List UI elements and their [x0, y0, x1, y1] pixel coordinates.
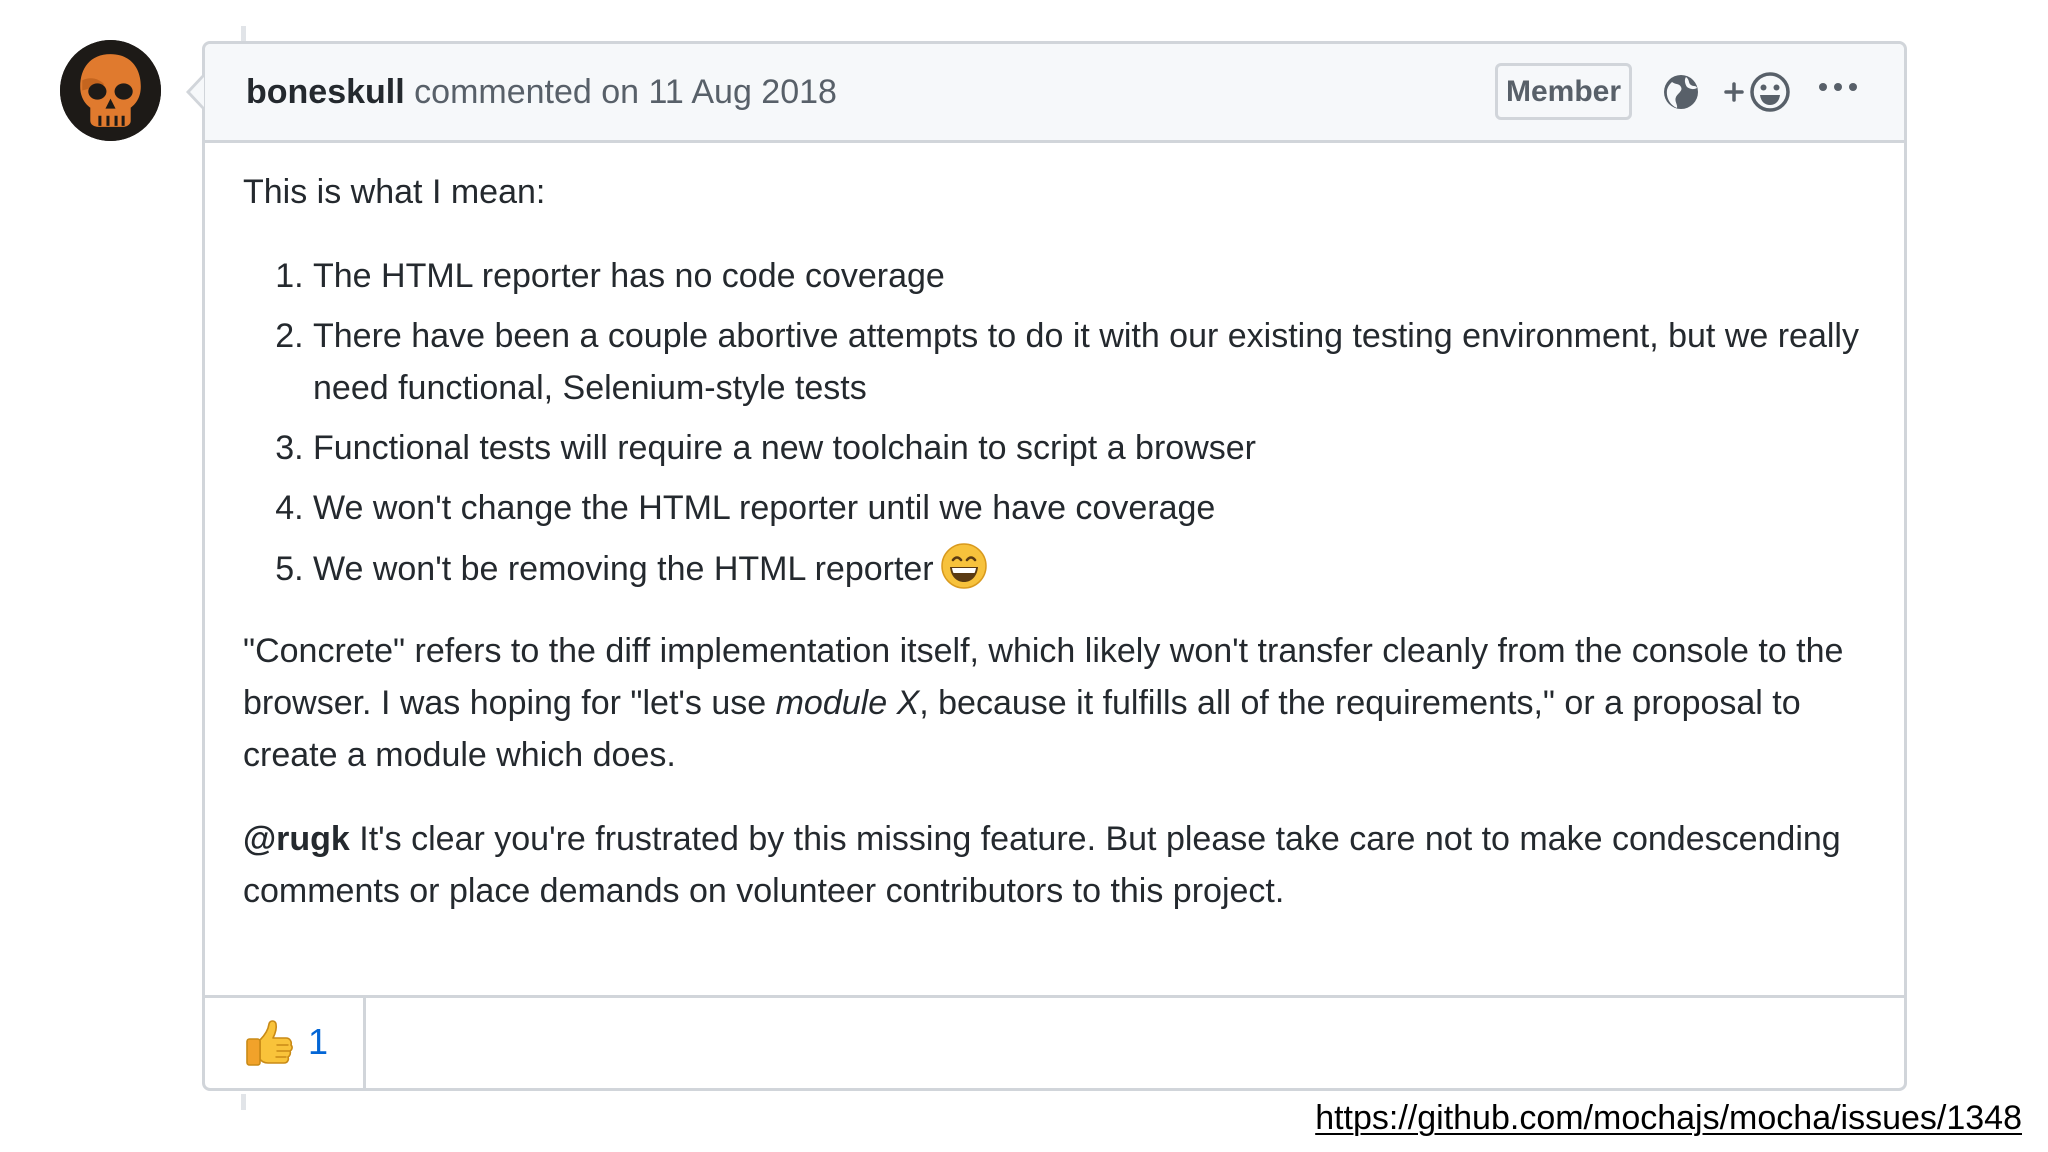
comment-paragraph: @rugk It's clear you're frustrated by th…	[243, 813, 1863, 917]
globe-icon[interactable]	[1660, 68, 1702, 116]
paragraph-text: It's clear you're frustrated by this mis…	[243, 820, 1841, 910]
reactions-bar: 1	[205, 995, 1904, 1088]
avatar[interactable]	[60, 40, 161, 141]
list-item: We won't be removing the HTML reporter	[313, 542, 1863, 595]
thumbs-up-icon	[246, 1020, 293, 1066]
user-mention-link[interactable]: @rugk	[243, 820, 350, 858]
comment-pointer-fill	[190, 77, 204, 107]
add-reaction-icon[interactable]	[1722, 68, 1794, 116]
timeline-line-top	[241, 26, 246, 42]
source-url-link[interactable]: https://github.com/mochajs/mocha/issues/…	[1315, 1096, 2022, 1140]
timeline-line-bottom	[241, 1094, 246, 1110]
emphasis-text: module X	[775, 684, 920, 722]
comment-header: boneskull commented on 11 Aug 2018 Membe…	[205, 44, 1904, 143]
comment-intro: This is what I mean:	[243, 173, 546, 211]
thumbs-up-reaction-button[interactable]: 1	[205, 998, 366, 1088]
list-item: There have been a couple abortive attemp…	[313, 310, 1863, 414]
list-item-text: We won't be removing the HTML reporter	[313, 550, 934, 588]
list-item: The HTML reporter has no code coverage	[313, 250, 1863, 302]
comment-body: This is what I mean: The HTML reporter h…	[243, 166, 1863, 917]
reaction-count: 1	[308, 1021, 329, 1062]
comment-box: boneskull commented on 11 Aug 2018 Membe…	[202, 41, 1907, 1091]
author-link[interactable]: boneskull	[246, 73, 405, 111]
points-list: The HTML reporter has no code coverage T…	[243, 250, 1863, 595]
skull-avatar-icon	[60, 40, 161, 141]
more-options-icon[interactable]	[1813, 68, 1863, 116]
grinning-face-icon	[940, 543, 987, 589]
list-item: Functional tests will require a new tool…	[313, 422, 1863, 474]
member-badge: Member	[1495, 63, 1632, 120]
comment-meta: boneskull commented on 11 Aug 2018	[246, 72, 837, 112]
comment-timestamp[interactable]: commented on 11 Aug 2018	[414, 73, 837, 111]
list-item: We won't change the HTML reporter until …	[313, 482, 1863, 534]
comment-paragraph: "Concrete" refers to the diff implementa…	[243, 625, 1863, 781]
